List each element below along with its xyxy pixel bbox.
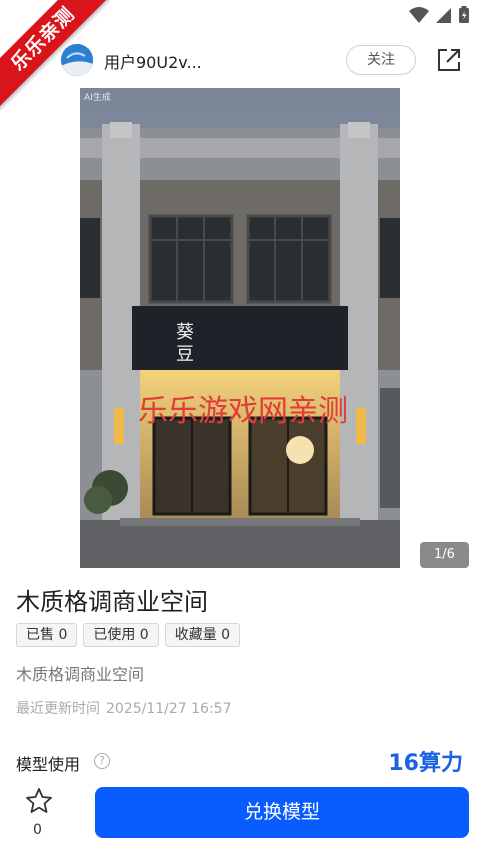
favorite-count: 0: [33, 822, 42, 838]
updated-time: 最近更新时间 2025/11/27 16:57: [16, 698, 238, 718]
product-title: 木质格调商业空间: [16, 588, 208, 616]
storefront-image: 葵 豆: [80, 88, 400, 568]
price-value: 16算力: [388, 751, 463, 776]
stats-row: 已售 0 已使用 0 收藏量 0: [16, 623, 241, 647]
svg-text:豆: 豆: [176, 344, 194, 365]
product-image[interactable]: 葵 豆: [80, 88, 400, 568]
signal-icon: [436, 8, 451, 23]
site-watermark: 乐乐游戏网亲测: [138, 394, 348, 429]
ribbon-text: 乐乐亲测: [6, 2, 80, 76]
test-ribbon: 乐乐亲测: [0, 0, 110, 110]
star-icon[interactable]: [24, 786, 54, 816]
author-name[interactable]: 用户90U2v...: [104, 49, 202, 73]
wifi-icon: [409, 7, 429, 23]
svg-text:葵: 葵: [176, 322, 194, 343]
battery-icon: [459, 6, 469, 23]
help-icon[interactable]: ?: [94, 753, 110, 769]
image-pager: 1/6: [420, 542, 469, 568]
share-icon[interactable]: [435, 46, 463, 74]
follow-button[interactable]: 关注: [346, 45, 416, 75]
redeem-model-button[interactable]: 兑换模型: [95, 787, 469, 838]
sold-count-badge: 已售 0: [16, 623, 78, 647]
updated-value: 2025/11/27 16:57: [106, 701, 232, 717]
updated-label: 最近更新时间: [16, 701, 100, 717]
model-usage-label: 模型使用: [16, 755, 81, 774]
used-count-badge: 已使用 0: [83, 623, 159, 647]
favorites-count-badge: 收藏量 0: [164, 623, 241, 647]
product-description: 木质格调商业空间: [16, 665, 145, 684]
